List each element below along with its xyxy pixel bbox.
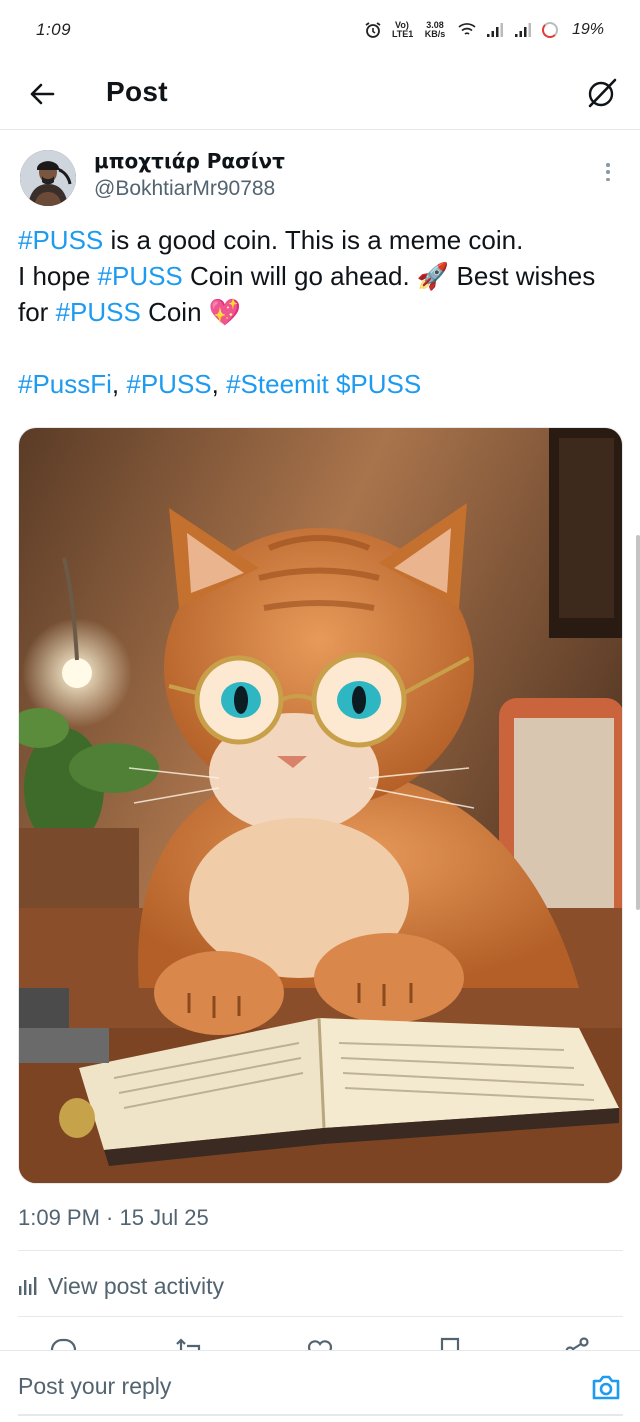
status-bar: 1:09 Vo) LTE1 3.08 KB/s 19% — [0, 0, 640, 60]
more-options-button[interactable] — [598, 160, 618, 184]
status-icons: Vo) LTE1 3.08 KB/s 19% — [364, 21, 604, 39]
post-text-segment: I hope — [18, 261, 98, 291]
hashtag-link[interactable]: #PUSS — [18, 225, 103, 255]
grok-icon — [588, 78, 617, 108]
hashtag-link[interactable]: #PUSS — [56, 297, 141, 327]
author-name[interactable]: μποχτιάρ Ρασίντ — [94, 149, 285, 173]
divider — [18, 1250, 623, 1251]
view-post-activity-label: View post activity — [48, 1272, 224, 1299]
reply-bar — [0, 1350, 640, 1422]
author-handle[interactable]: @BokhtiarMr90788 — [94, 177, 275, 201]
hashtag-separator: , — [211, 369, 227, 399]
signal-icon-1 — [486, 23, 503, 37]
post-text-segment: Coin 💖 — [140, 297, 242, 327]
battery-icon — [541, 22, 558, 38]
post-body: #PUSS is a good coin. This is a meme coi… — [18, 222, 618, 330]
cat-reading-illustration — [19, 428, 622, 1183]
page-title: Post — [106, 76, 168, 107]
avatar[interactable] — [20, 150, 76, 206]
back-button[interactable] — [22, 74, 62, 114]
view-post-activity-button[interactable]: View post activity — [18, 1268, 224, 1304]
post-text-segment: is a good coin. This is a meme coin. — [103, 225, 524, 255]
data-speed: 3.08 KB/s — [424, 20, 446, 39]
wifi-icon — [458, 23, 476, 35]
post-timestamp: 1:09 PM · 15 Jul 25 — [18, 1205, 209, 1230]
volte-indicator: Vo) LTE1 — [391, 20, 414, 39]
avatar-image — [20, 150, 76, 206]
bottom-divider — [18, 1414, 623, 1416]
post-image[interactable] — [18, 427, 623, 1184]
status-time: 1:09 — [36, 20, 72, 39]
more-vertical-icon — [606, 163, 610, 167]
divider — [18, 1316, 623, 1317]
hashtag-separator — [329, 369, 336, 399]
top-bar: Post — [0, 60, 640, 130]
camera-icon — [592, 1375, 620, 1400]
bar-chart-icon — [19, 1277, 37, 1295]
grok-button[interactable] — [582, 73, 622, 113]
hashtag-link-puss[interactable]: #PUSS — [126, 369, 211, 399]
post-text: #PUSS is a good coin. This is a meme coi… — [18, 222, 618, 438]
arrow-left-icon — [30, 83, 55, 105]
signal-icon-2 — [514, 23, 531, 37]
battery-percent: 19% — [571, 21, 604, 38]
cashtag-link-puss[interactable]: $PUSS — [336, 369, 421, 399]
hashtag-link-steemit[interactable]: #Steemit — [226, 369, 329, 399]
hashtag-link[interactable]: #PUSS — [98, 261, 183, 291]
camera-button[interactable] — [590, 1371, 622, 1403]
hashtag-link-pussfi[interactable]: #PussFi — [18, 369, 112, 399]
hashtag-separator: , — [111, 369, 127, 399]
reply-input[interactable] — [18, 1373, 558, 1400]
scrollbar[interactable] — [636, 535, 640, 910]
alarm-icon — [365, 22, 381, 38]
hashtag-line: #PussFi, #PUSS, #Steemit $PUSS — [18, 366, 618, 402]
